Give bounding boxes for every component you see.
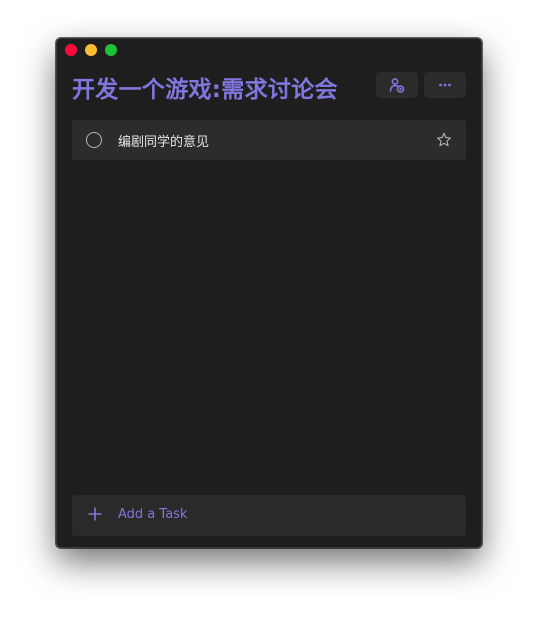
window-controls	[65, 44, 117, 56]
task-row[interactable]: 编剧同学的意见	[72, 120, 466, 160]
more-horizontal-icon	[439, 83, 451, 87]
minimize-window-button[interactable]	[85, 44, 97, 56]
plus-icon	[88, 507, 102, 521]
list-title[interactable]: 开发一个游戏:需求讨论会	[72, 70, 338, 104]
share-list-button[interactable]	[376, 72, 418, 98]
task-title[interactable]: 编剧同学的意见	[118, 131, 209, 150]
more-options-button[interactable]	[424, 72, 466, 98]
share-person-icon	[389, 78, 405, 93]
complete-task-checkbox[interactable]	[86, 132, 102, 148]
close-window-button[interactable]	[65, 44, 77, 56]
maximize-window-button[interactable]	[105, 44, 117, 56]
add-task-input[interactable]: Add a Task	[72, 495, 466, 536]
add-task-placeholder: Add a Task	[118, 507, 188, 522]
star-icon[interactable]	[436, 132, 452, 148]
app-window: 开发一个游戏:需求讨论会 编剧同学的意见 Add a Task	[56, 38, 482, 548]
